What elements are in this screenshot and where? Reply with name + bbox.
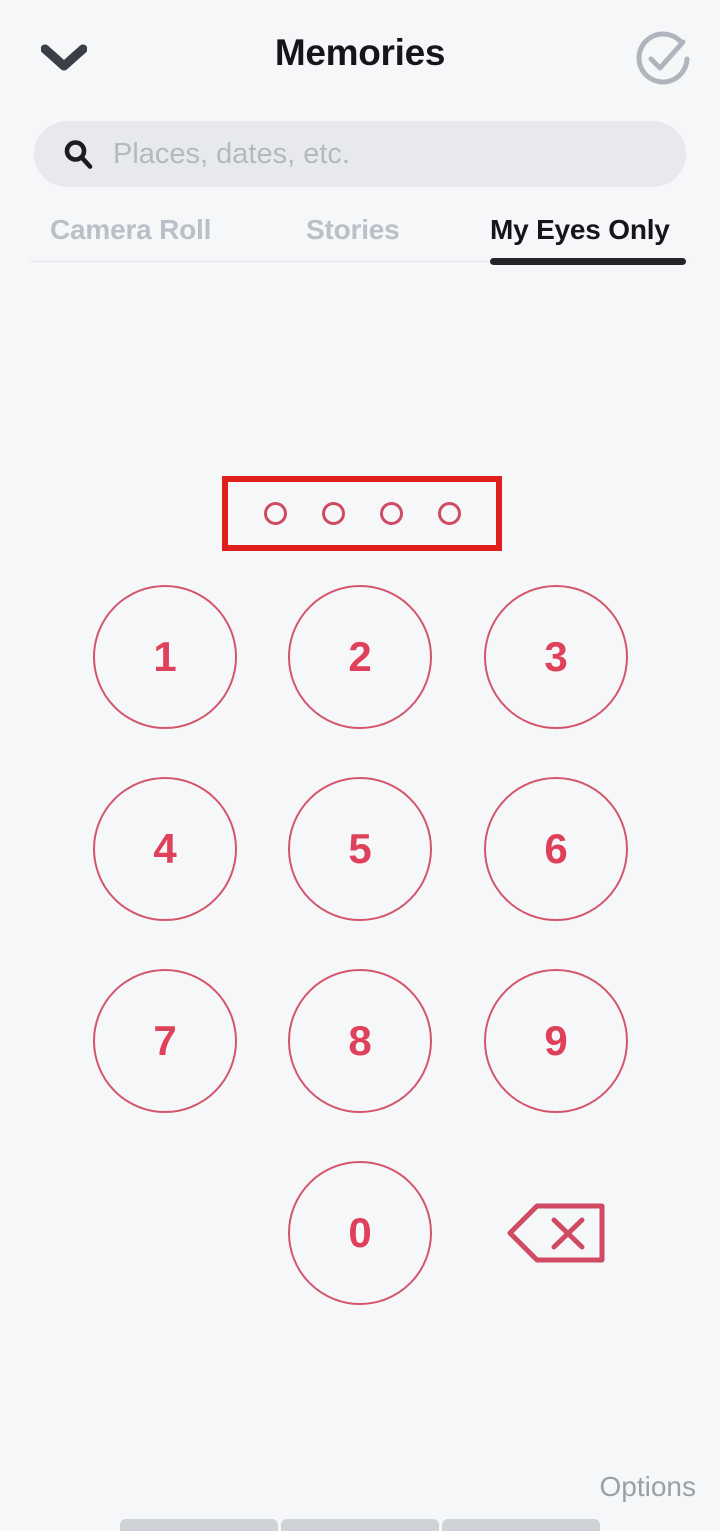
keypad-key-7[interactable]: 7	[93, 969, 237, 1113]
keypad-key-0[interactable]: 0	[288, 1161, 432, 1305]
search-bar[interactable]	[34, 121, 686, 187]
check-circle-icon[interactable]	[628, 24, 698, 94]
options-button[interactable]: Options	[600, 1471, 697, 1503]
keypad-key-8[interactable]: 8	[288, 969, 432, 1113]
bottom-nav-segment[interactable]	[442, 1519, 600, 1531]
keypad-key-5[interactable]: 5	[288, 777, 432, 921]
tab-stories[interactable]: Stories	[306, 210, 400, 250]
bottom-nav-segment[interactable]	[120, 1519, 278, 1531]
keypad-key-2[interactable]: 2	[288, 585, 432, 729]
search-icon	[61, 137, 95, 171]
passcode-highlight-box	[222, 476, 502, 551]
active-tab-underline	[490, 258, 686, 265]
tab-bar: Camera Roll Stories My Eyes Only	[0, 210, 720, 265]
keypad-key-9[interactable]: 9	[484, 969, 628, 1113]
tab-my-eyes-only[interactable]: My Eyes Only	[490, 210, 670, 250]
keypad-key-4[interactable]: 4	[93, 777, 237, 921]
keypad-key-1[interactable]: 1	[93, 585, 237, 729]
bottom-nav-segment[interactable]	[281, 1519, 439, 1531]
keypad-key-3[interactable]: 3	[484, 585, 628, 729]
page-title: Memories	[274, 32, 446, 73]
header: Memories	[0, 0, 720, 112]
bottom-nav-indicator	[120, 1519, 600, 1531]
keypad-key-6[interactable]: 6	[484, 777, 628, 921]
backspace-delete-icon[interactable]	[484, 1161, 628, 1305]
passcode-keypad: 1 2 3 4 5 6 7 8 9 0	[0, 585, 720, 1375]
memories-screen: Memories Camera Roll Stories My Eyes Onl…	[0, 0, 720, 1531]
search-input[interactable]	[113, 132, 686, 176]
tab-camera-roll[interactable]: Camera Roll	[50, 210, 211, 250]
